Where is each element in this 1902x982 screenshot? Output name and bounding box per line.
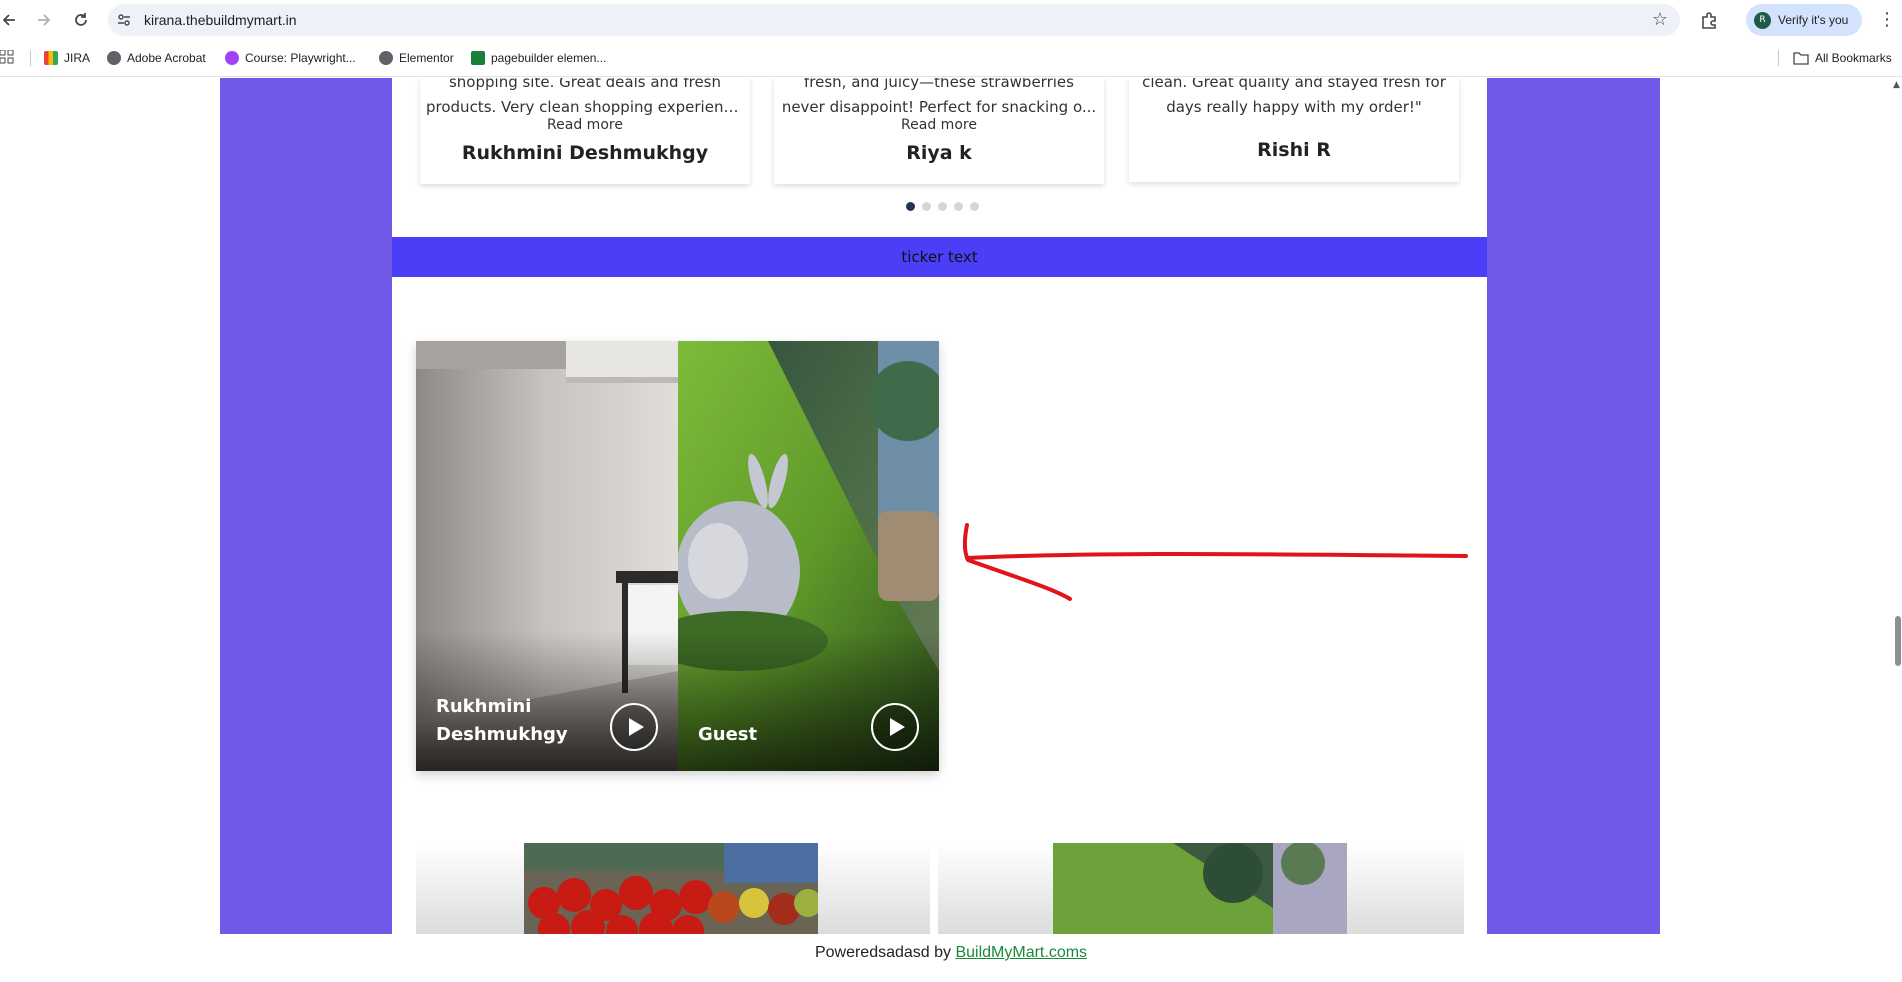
footer-text: Poweredsadasd by <box>814 944 956 961</box>
bookmark-label: Elementor <box>399 51 454 65</box>
bookmark-course-playwright[interactable]: Course: Playwright... <box>225 40 356 76</box>
bookmark-jira[interactable]: JIRA <box>44 40 90 76</box>
bookmark-elementor[interactable]: Elementor <box>379 40 454 76</box>
forward-icon[interactable] <box>33 9 55 31</box>
image-gallery <box>416 843 1464 934</box>
bookmark-pagebuilder[interactable]: pagebuilder elemen... <box>471 40 606 76</box>
menu-icon[interactable]: ⋮ <box>1878 9 1896 31</box>
globe-icon <box>379 51 393 65</box>
main-content: shopping site. Great deals and fresh pro… <box>392 78 1487 934</box>
bookmark-label: Course: Playwright... <box>245 51 356 65</box>
bookmark-adobe-acrobat[interactable]: Adobe Acrobat <box>107 40 206 76</box>
folder-icon <box>1793 43 1809 79</box>
bookmark-label: Adobe Acrobat <box>127 51 206 65</box>
red-arrow-annotation <box>962 523 1468 601</box>
apps-icon[interactable] <box>0 40 14 76</box>
page-footer: Poweredsadasd by BuildMyMart.coms <box>0 944 1902 962</box>
all-bookmarks[interactable]: All Bookmarks <box>1793 40 1892 76</box>
globe-icon <box>107 51 121 65</box>
sheets-icon <box>471 51 485 65</box>
tomatoes-image <box>524 843 818 934</box>
address-bar[interactable]: kirana.thebuildmymart.in ☆ <box>108 4 1680 36</box>
gallery-tile[interactable] <box>416 843 930 934</box>
footer-link[interactable]: BuildMyMart.coms <box>955 944 1087 961</box>
star-icon[interactable]: ☆ <box>1652 9 1668 30</box>
scrollbar[interactable] <box>1894 78 1902 982</box>
back-icon[interactable] <box>0 9 22 31</box>
extensions-icon[interactable] <box>1698 9 1720 31</box>
bookmark-label: pagebuilder elemen... <box>491 51 607 65</box>
browser-toolbar: kirana.thebuildmymart.in ☆ R Verify it's… <box>0 0 1902 40</box>
reload-icon[interactable] <box>70 9 92 31</box>
scroll-up-icon[interactable]: ▲ <box>1893 80 1900 90</box>
forest-image <box>1053 843 1347 934</box>
profile-button[interactable]: R Verify it's you <box>1746 4 1862 36</box>
scrollbar-thumb[interactable] <box>1895 616 1901 666</box>
gallery-tile[interactable] <box>938 843 1464 934</box>
bookmarks-divider <box>30 50 31 66</box>
bookmark-label: JIRA <box>64 51 91 65</box>
site-info-icon[interactable] <box>116 12 132 28</box>
profile-label: Verify it's you <box>1778 13 1849 27</box>
gmail-icon <box>44 51 58 65</box>
course-icon <box>225 51 239 65</box>
url-text[interactable]: kirana.thebuildmymart.in <box>144 4 297 36</box>
web-page: shopping site. Great deals and fresh pro… <box>0 78 1902 982</box>
all-bookmarks-label: All Bookmarks <box>1815 51 1892 65</box>
bookmarks-divider <box>1778 50 1779 66</box>
bookmarks-bar: JIRA Adobe Acrobat Course: Playwright...… <box>0 40 1902 77</box>
avatar: R <box>1754 12 1771 29</box>
